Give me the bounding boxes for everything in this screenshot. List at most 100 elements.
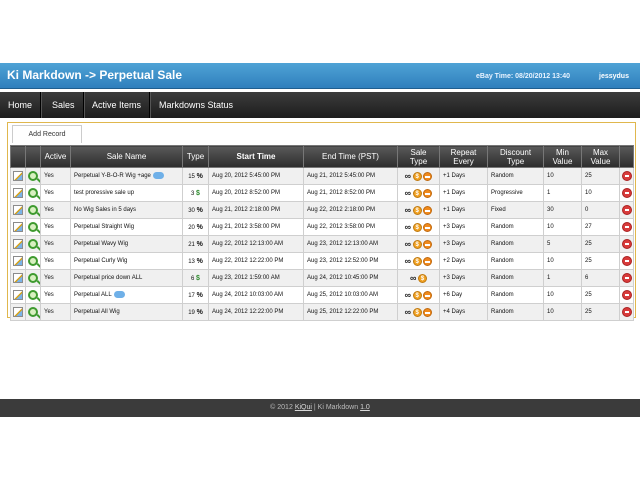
main-nav: Home Sales Active Items Markdowns Status (0, 92, 640, 118)
magnifier-icon[interactable] (28, 273, 38, 283)
min-value-cell: 10 (543, 252, 582, 270)
view-cell[interactable] (25, 252, 41, 270)
delete-cell[interactable] (619, 286, 634, 304)
magnifier-icon[interactable] (28, 256, 38, 266)
header-active[interactable]: Active (40, 145, 71, 168)
username[interactable]: jessydus (599, 73, 629, 80)
nav-home[interactable]: Home (0, 92, 42, 118)
delete-icon[interactable] (621, 290, 632, 300)
magnifier-icon[interactable] (28, 239, 38, 249)
edit-icon[interactable] (13, 307, 23, 317)
edit-icon[interactable] (13, 171, 23, 181)
start-time-cell: Aug 22, 2012 12:13:00 AM (208, 235, 304, 253)
infinity-icon: ∞ (404, 256, 412, 266)
edit-icon[interactable] (13, 273, 23, 283)
view-cell[interactable] (25, 303, 41, 321)
repeat-cell: +6 Day (439, 286, 488, 304)
delete-icon[interactable] (621, 188, 632, 198)
start-time-cell: Aug 24, 2012 12:22:00 PM (208, 303, 304, 321)
view-cell[interactable] (25, 184, 41, 202)
sale-name-cell: Perpetual Curly Wig (70, 252, 183, 270)
delete-cell[interactable] (619, 303, 634, 321)
footer-version-link[interactable]: 1.0 (360, 404, 370, 411)
edit-cell[interactable] (10, 184, 26, 202)
edit-cell[interactable] (10, 218, 26, 236)
nav-sales[interactable]: Sales (44, 92, 84, 118)
table-row: Yes Perpetual Straight Wig 20 % Aug 21, 201… (10, 218, 634, 236)
delete-icon[interactable] (621, 273, 632, 283)
delete-icon[interactable] (621, 205, 632, 215)
header-repeat-every[interactable]: Repeat Every (439, 145, 488, 168)
view-cell[interactable] (25, 235, 41, 253)
edit-icon[interactable] (13, 188, 23, 198)
edit-cell[interactable] (10, 201, 26, 219)
discount-cell: Random (487, 235, 544, 253)
delete-icon[interactable] (621, 171, 632, 181)
type-value: 13 (188, 258, 195, 265)
header-type[interactable]: Type (182, 145, 209, 168)
delete-cell[interactable] (619, 269, 634, 287)
table-row: Yes Perpetual Curly Wig 13 % Aug 22, 2012 1… (10, 252, 634, 270)
delete-icon[interactable] (621, 307, 632, 317)
sale-name: Perpetual Wavy Wig (74, 241, 129, 247)
edit-cell[interactable] (10, 303, 26, 321)
sale-type-cell: ∞ $ (397, 201, 440, 219)
type-cell: 21 % (182, 235, 209, 253)
delete-cell[interactable] (619, 167, 634, 185)
view-cell[interactable] (25, 218, 41, 236)
header-start-time[interactable]: Start Time (208, 145, 304, 168)
header-sale-type[interactable]: Sale Type (397, 145, 440, 168)
discount-cell: Random (487, 269, 544, 287)
edit-cell[interactable] (10, 235, 26, 253)
edit-cell[interactable] (10, 286, 26, 304)
repeat-cell: +3 Days (439, 218, 488, 236)
header-max-value[interactable]: Max Value (581, 145, 620, 168)
magnifier-icon[interactable] (28, 171, 38, 181)
arrow-icon (423, 188, 433, 198)
delete-icon[interactable] (621, 222, 632, 232)
edit-cell[interactable] (10, 167, 26, 185)
header-end-time[interactable]: End Time (PST) (303, 145, 398, 168)
magnifier-icon[interactable] (28, 188, 38, 198)
infinity-icon: ∞ (404, 205, 412, 215)
header-sale-name[interactable]: Sale Name (70, 145, 183, 168)
delete-cell[interactable] (619, 218, 634, 236)
delete-cell[interactable] (619, 201, 634, 219)
footer-company-link[interactable]: KiQui (295, 404, 312, 411)
view-cell[interactable] (25, 167, 41, 185)
infinity-icon: ∞ (404, 171, 412, 181)
view-cell[interactable] (25, 269, 41, 287)
type-symbol: $ (196, 189, 200, 197)
edit-icon[interactable] (13, 256, 23, 266)
edit-icon[interactable] (13, 205, 23, 215)
view-cell[interactable] (25, 286, 41, 304)
coin-icon: $ (418, 273, 428, 283)
edit-cell[interactable] (10, 252, 26, 270)
view-cell[interactable] (25, 201, 41, 219)
comment-icon[interactable] (152, 172, 164, 180)
magnifier-icon[interactable] (28, 222, 38, 232)
add-record-button[interactable]: Add Record (12, 125, 82, 143)
nav-active-items[interactable]: Active Items (84, 92, 151, 118)
discount-cell: Random (487, 303, 544, 321)
footer-product: Ki Markdown (317, 404, 359, 411)
delete-icon[interactable] (621, 239, 632, 249)
nav-markdowns-status[interactable]: Markdowns Status (151, 92, 241, 118)
comment-icon[interactable] (113, 291, 125, 299)
delete-cell[interactable] (619, 235, 634, 253)
type-value: 30 (188, 207, 195, 214)
edit-icon[interactable] (13, 290, 23, 300)
header-discount-type[interactable]: Discount Type (487, 145, 544, 168)
delete-cell[interactable] (619, 252, 634, 270)
magnifier-icon[interactable] (28, 290, 38, 300)
edit-icon[interactable] (13, 239, 23, 249)
magnifier-icon[interactable] (28, 307, 38, 317)
edit-cell[interactable] (10, 269, 26, 287)
header-min-value[interactable]: Min Value (543, 145, 582, 168)
delete-cell[interactable] (619, 184, 634, 202)
type-value: 20 (188, 224, 195, 231)
delete-icon[interactable] (621, 256, 632, 266)
type-cell: 3 $ (182, 184, 209, 202)
edit-icon[interactable] (13, 222, 23, 232)
magnifier-icon[interactable] (28, 205, 38, 215)
